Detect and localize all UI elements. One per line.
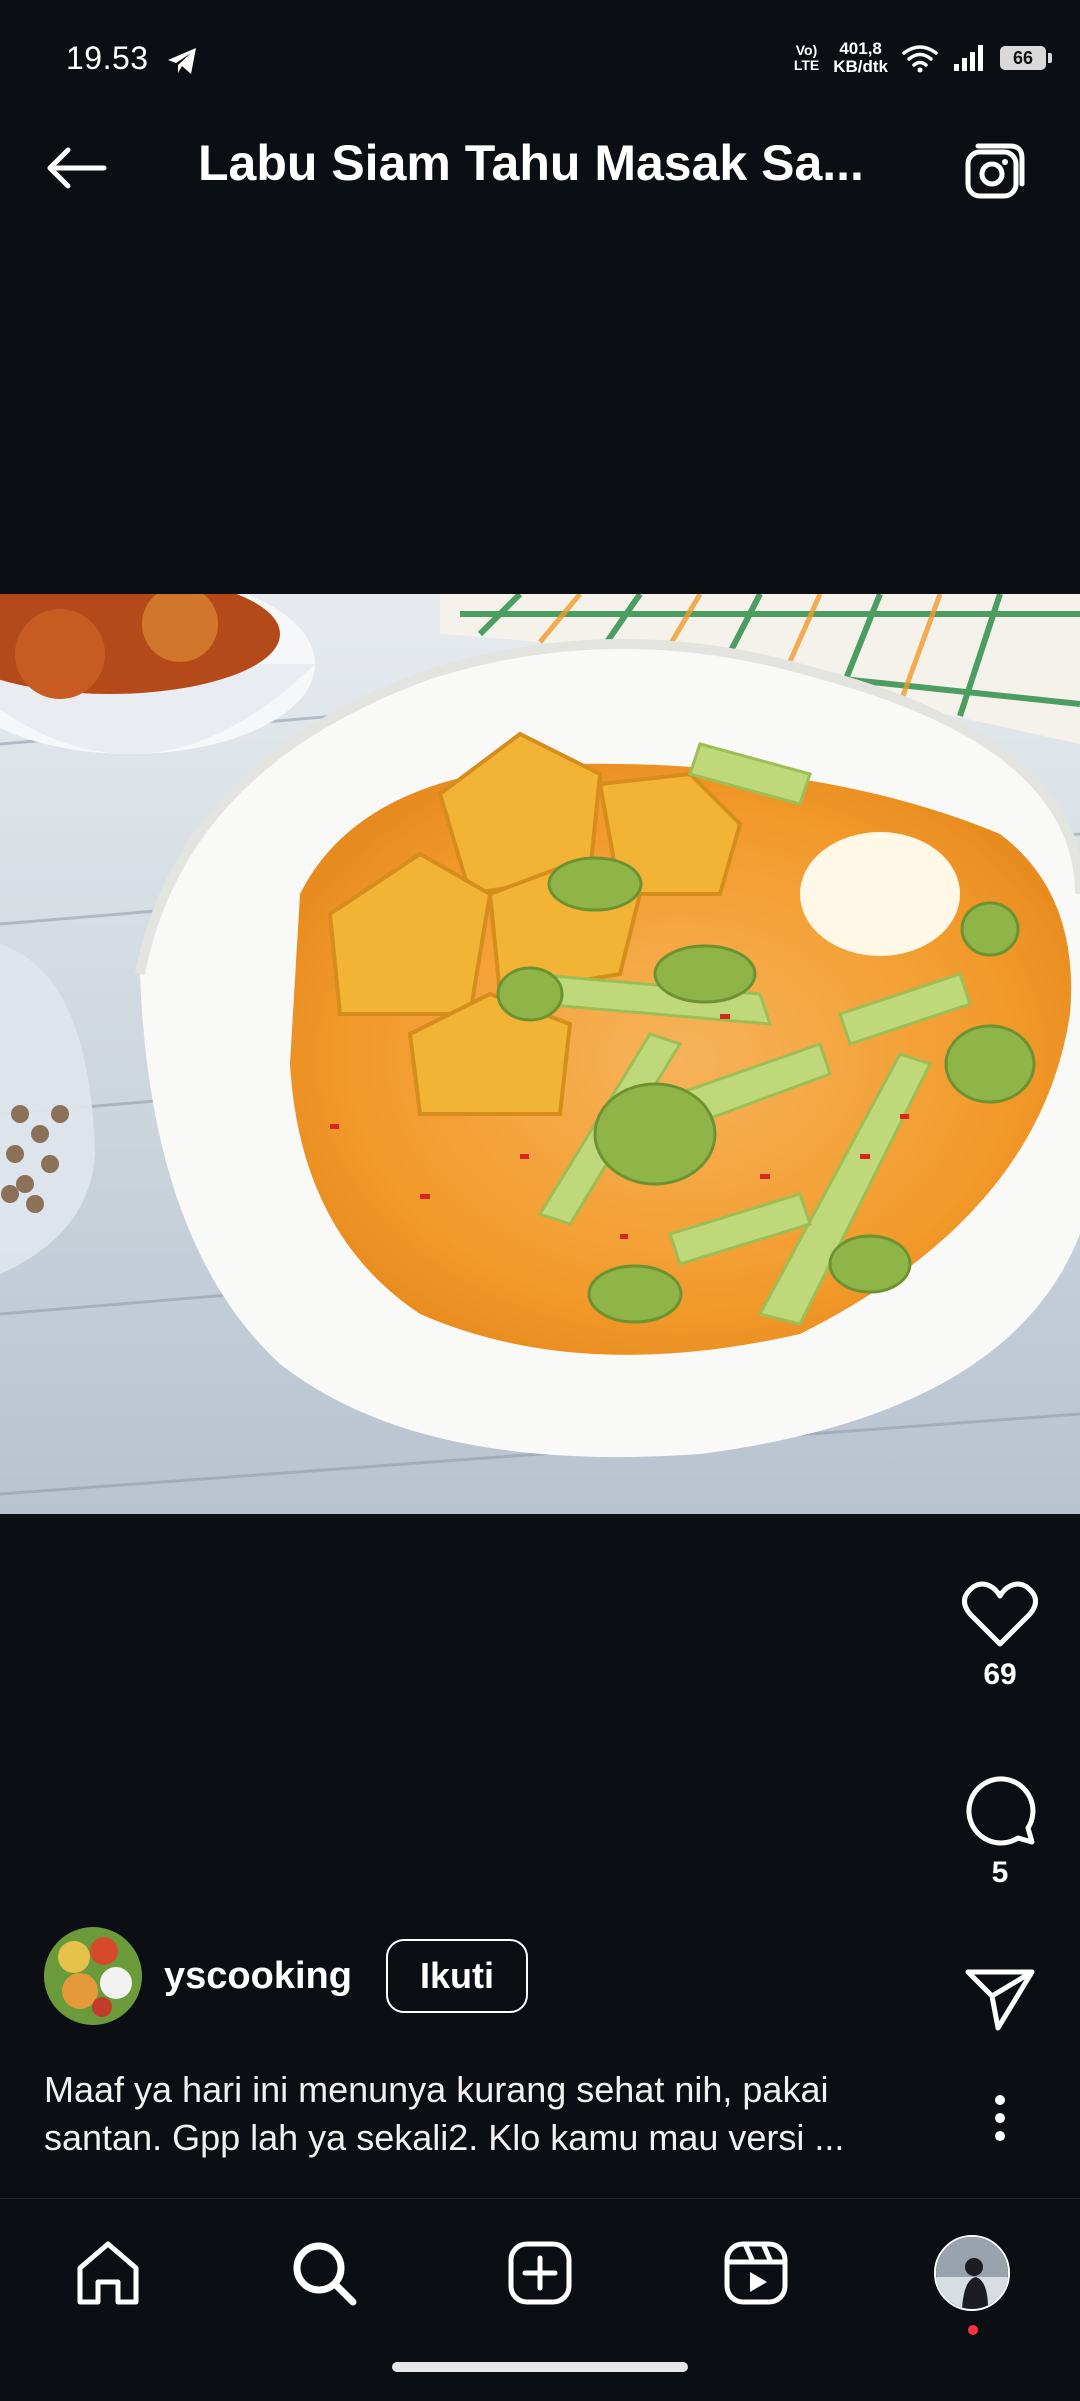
more-vertical-icon[interactable] [990, 2094, 1010, 2142]
plus-square-icon[interactable] [507, 2240, 573, 2306]
lte-label: LTE [793, 57, 820, 73]
back-button[interactable] [38, 138, 114, 198]
share-action[interactable] [920, 1966, 1080, 2032]
status-bar: 19.53 Vo) LTE 401,8 KB/dtk 66 [0, 0, 1080, 92]
search-icon[interactable] [291, 2240, 357, 2306]
status-indicators: Vo) LTE 401,8 KB/dtk 66 [794, 38, 1052, 78]
reels-icon[interactable] [723, 2240, 789, 2306]
nav-create[interactable] [500, 2233, 580, 2313]
post-header: Labu Siam Tahu Masak Sa... [0, 92, 1080, 252]
status-time: 19.53 [66, 40, 149, 76]
like-action[interactable]: 69 [920, 1580, 1080, 1692]
comment-icon[interactable] [962, 1772, 1038, 1846]
network-speed-unit: KB/dtk [833, 57, 888, 76]
volte-label: Vo) [795, 42, 818, 58]
profile-avatar-image [936, 2237, 1008, 2309]
nav-profile[interactable] [932, 2233, 1012, 2335]
caption-line: Maaf ya hari ini menunya kurang sehat ni… [44, 2069, 829, 2110]
profile-avatar[interactable] [934, 2235, 1010, 2311]
arrow-left-icon [47, 147, 107, 189]
author-avatar[interactable] [44, 1927, 142, 2025]
author-avatar-image [44, 1927, 142, 2025]
food-photo [0, 594, 1080, 1514]
caption-line: santan. Gpp lah ya sekali2. Klo kamu mau… [44, 2117, 845, 2158]
author-username[interactable]: yscooking [164, 1955, 352, 1998]
comment-count: 5 [991, 1856, 1009, 1889]
network-speed-value: 401,8 [839, 39, 882, 58]
like-count: 69 [983, 1658, 1017, 1691]
telegram-icon [168, 48, 196, 74]
post-media[interactable] [0, 594, 1080, 1514]
send-icon[interactable] [964, 1966, 1036, 2032]
camera-button[interactable] [962, 138, 1030, 204]
follow-button[interactable]: Ikuti [385, 1939, 528, 2013]
more-options-button[interactable] [920, 2094, 1080, 2142]
post-caption[interactable]: Maaf ya hari ini menunya kurang sehat ni… [44, 2066, 904, 2162]
home-icon[interactable] [74, 2240, 142, 2306]
heart-icon[interactable] [962, 1580, 1038, 1648]
battery-indicator: 66 [1000, 46, 1052, 70]
volte-indicator: Vo) LTE [794, 43, 819, 73]
post-author: yscooking Ikuti [44, 1926, 528, 2026]
home-indicator[interactable] [392, 2362, 688, 2372]
wifi-icon [902, 45, 938, 73]
page-title: Labu Siam Tahu Masak Sa... [198, 135, 864, 191]
network-speed: 401,8 KB/dtk [833, 40, 888, 76]
nav-reels[interactable] [716, 2233, 796, 2313]
comment-action[interactable]: 5 [920, 1772, 1080, 1890]
nav-home[interactable] [68, 2233, 148, 2313]
signal-icon [954, 45, 983, 71]
camera-icon [965, 143, 1025, 199]
notification-dot [968, 2325, 978, 2335]
nav-search[interactable] [284, 2233, 364, 2313]
